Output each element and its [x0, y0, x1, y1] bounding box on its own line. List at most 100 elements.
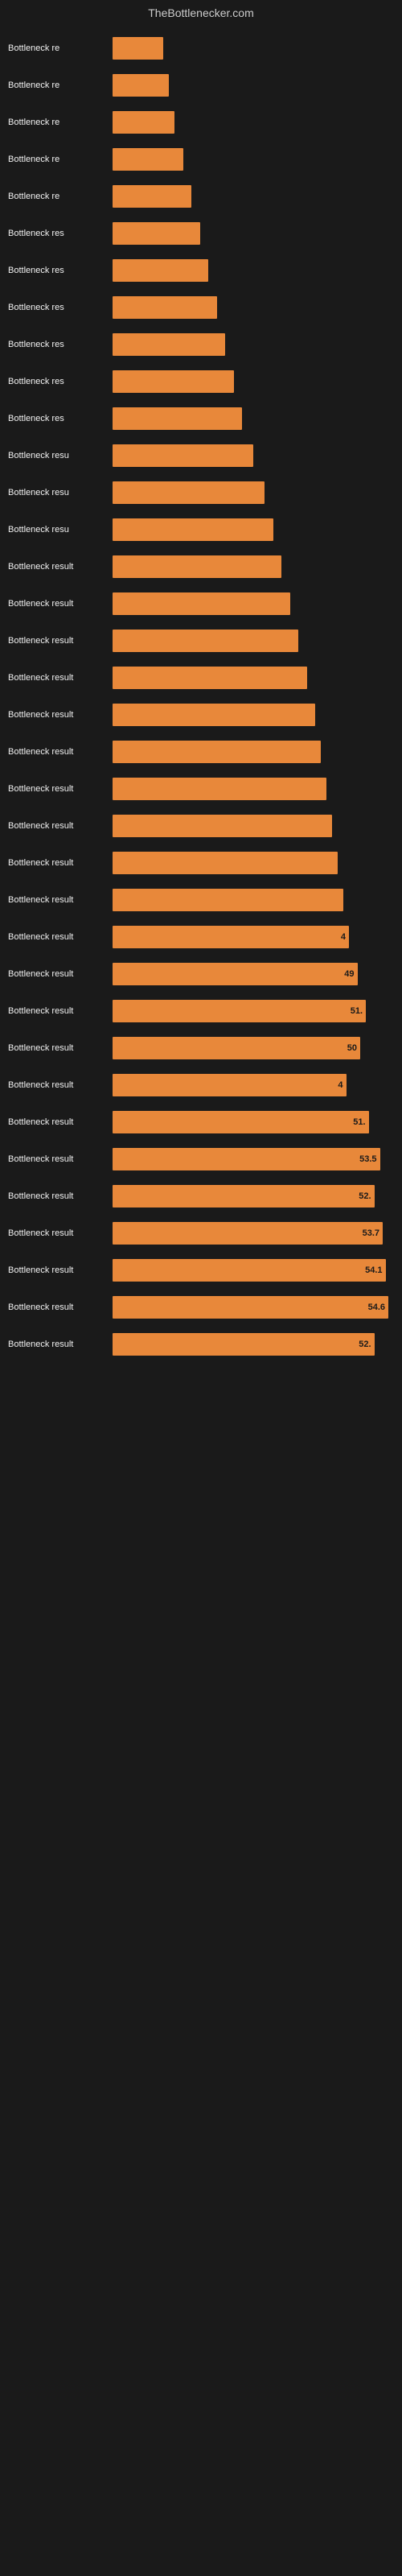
- bar-label: Bottleneck re: [8, 155, 113, 164]
- bar-row: Bottleneck result: [8, 845, 394, 881]
- site-title: TheBottlenecker.com: [0, 0, 402, 23]
- bar-label: Bottleneck result: [8, 636, 113, 646]
- bar-wrapper: 54.6: [113, 1296, 394, 1319]
- bar-row: Bottleneck result50: [8, 1030, 394, 1066]
- bar-fill: [113, 741, 321, 763]
- bar-fill: 4: [113, 926, 349, 948]
- bar-label: Bottleneck re: [8, 118, 113, 127]
- bar-row: Bottleneck result4: [8, 1067, 394, 1103]
- bar-row: Bottleneck result: [8, 734, 394, 770]
- bar-wrapper: [113, 111, 394, 134]
- bar-fill: 54.6: [113, 1296, 388, 1319]
- bar-label: Bottleneck result: [8, 784, 113, 794]
- bar-row: Bottleneck resu: [8, 512, 394, 547]
- bar-row: Bottleneck result51.: [8, 993, 394, 1029]
- bar-label: Bottleneck res: [8, 377, 113, 386]
- bar-label: Bottleneck result: [8, 1006, 113, 1016]
- bar-fill: 52.: [113, 1333, 375, 1356]
- bar-label: Bottleneck result: [8, 710, 113, 720]
- bar-row: Bottleneck result: [8, 549, 394, 584]
- bar-wrapper: 49: [113, 963, 394, 985]
- bar-wrapper: [113, 889, 394, 911]
- bar-label: Bottleneck result: [8, 1302, 113, 1312]
- bar-row: Bottleneck re: [8, 68, 394, 103]
- bar-fill: [113, 370, 234, 393]
- bar-wrapper: [113, 74, 394, 97]
- bar-fill: 53.7: [113, 1222, 383, 1245]
- bar-wrapper: 4: [113, 1074, 394, 1096]
- bar-label: Bottleneck result: [8, 1117, 113, 1127]
- bar-row: Bottleneck result: [8, 623, 394, 658]
- bar-label: Bottleneck res: [8, 340, 113, 349]
- bar-fill: [113, 111, 174, 134]
- bar-wrapper: 52.: [113, 1185, 394, 1208]
- bar-row: Bottleneck res: [8, 364, 394, 399]
- bar-label: Bottleneck result: [8, 858, 113, 868]
- bar-row: Bottleneck result54.6: [8, 1290, 394, 1325]
- bar-row: Bottleneck result53.5: [8, 1141, 394, 1177]
- bar-row: Bottleneck result52.: [8, 1179, 394, 1214]
- bar-fill: [113, 592, 290, 615]
- bar-label: Bottleneck result: [8, 1080, 113, 1090]
- bar-row: Bottleneck re: [8, 179, 394, 214]
- bar-fill: [113, 296, 217, 319]
- bar-label: Bottleneck result: [8, 747, 113, 757]
- bar-wrapper: [113, 333, 394, 356]
- bar-wrapper: [113, 630, 394, 652]
- bar-wrapper: [113, 518, 394, 541]
- bar-wrapper: 52.: [113, 1333, 394, 1356]
- bar-row: Bottleneck result53.7: [8, 1216, 394, 1251]
- bar-wrapper: [113, 852, 394, 874]
- bar-wrapper: [113, 704, 394, 726]
- bar-row: Bottleneck result4: [8, 919, 394, 955]
- bar-row: Bottleneck re: [8, 142, 394, 177]
- bar-label: Bottleneck re: [8, 80, 113, 90]
- bar-fill: 4: [113, 1074, 347, 1096]
- bar-row: Bottleneck result: [8, 586, 394, 621]
- bar-label: Bottleneck result: [8, 562, 113, 572]
- bar-label: Bottleneck res: [8, 266, 113, 275]
- bar-row: Bottleneck result51.: [8, 1104, 394, 1140]
- bar-row: Bottleneck result: [8, 771, 394, 807]
- bar-wrapper: [113, 185, 394, 208]
- bar-label: Bottleneck result: [8, 673, 113, 683]
- bar-wrapper: 53.5: [113, 1148, 394, 1170]
- bar-row: Bottleneck result54.1: [8, 1253, 394, 1288]
- bar-label: Bottleneck res: [8, 414, 113, 423]
- bar-label: Bottleneck result: [8, 1228, 113, 1238]
- bar-label: Bottleneck re: [8, 43, 113, 53]
- bar-label: Bottleneck res: [8, 229, 113, 238]
- bar-fill: 51.: [113, 1000, 366, 1022]
- bar-wrapper: [113, 741, 394, 763]
- bar-row: Bottleneck resu: [8, 438, 394, 473]
- bar-label: Bottleneck resu: [8, 488, 113, 497]
- bar-row: Bottleneck res: [8, 327, 394, 362]
- bar-wrapper: [113, 407, 394, 430]
- bar-fill: [113, 185, 191, 208]
- bar-fill: [113, 778, 326, 800]
- bar-fill: [113, 481, 265, 504]
- bar-label: Bottleneck result: [8, 1043, 113, 1053]
- bar-fill: [113, 667, 307, 689]
- bar-wrapper: [113, 370, 394, 393]
- bar-fill: 52.: [113, 1185, 375, 1208]
- bar-wrapper: [113, 481, 394, 504]
- bar-wrapper: 51.: [113, 1000, 394, 1022]
- bar-fill: [113, 222, 200, 245]
- bar-label: Bottleneck result: [8, 1191, 113, 1201]
- bar-label: Bottleneck result: [8, 1265, 113, 1275]
- bar-wrapper: [113, 555, 394, 578]
- bar-label: Bottleneck result: [8, 599, 113, 609]
- bar-row: Bottleneck result: [8, 808, 394, 844]
- bar-row: Bottleneck resu: [8, 475, 394, 510]
- bar-row: Bottleneck re: [8, 31, 394, 66]
- bar-row: Bottleneck res: [8, 216, 394, 251]
- bar-fill: [113, 407, 242, 430]
- bar-row: Bottleneck res: [8, 253, 394, 288]
- bar-wrapper: 53.7: [113, 1222, 394, 1245]
- bar-row: Bottleneck res: [8, 290, 394, 325]
- bar-wrapper: 50: [113, 1037, 394, 1059]
- bar-fill: [113, 889, 343, 911]
- bar-fill: [113, 37, 163, 60]
- bar-row: Bottleneck re: [8, 105, 394, 140]
